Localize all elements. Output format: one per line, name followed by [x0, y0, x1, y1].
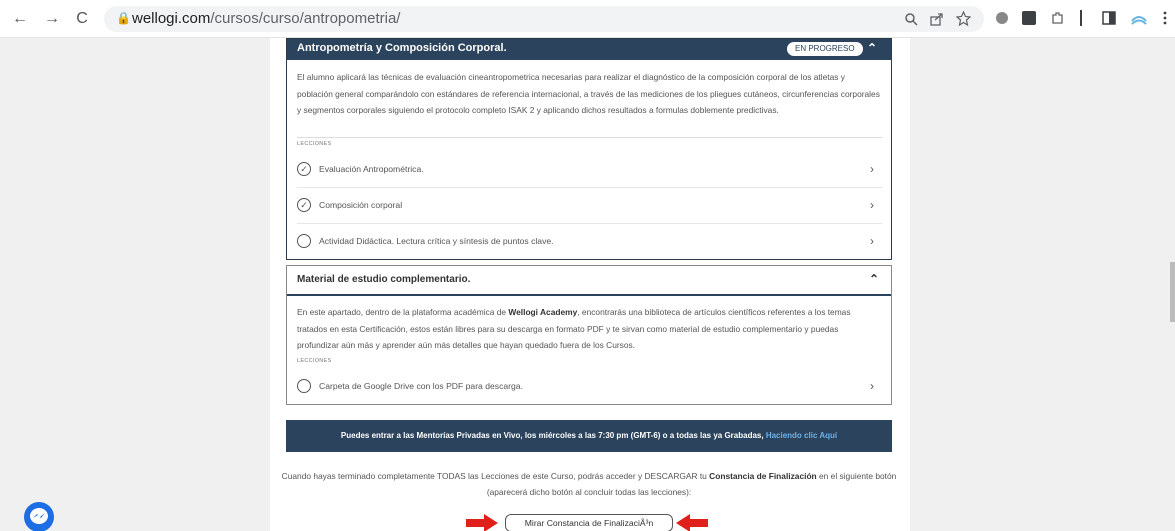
empty-circle-icon: [297, 379, 311, 393]
lessons-label: LECCIONES: [297, 141, 332, 147]
lesson-item[interactable]: Carpeta de Google Drive con los PDF para…: [297, 379, 882, 397]
note-pre: Cuando hayas terminado completamente TOD…: [281, 471, 710, 481]
url-host: wellogi.com: [132, 10, 211, 27]
lock-icon: 🔒: [116, 11, 131, 25]
share-icon[interactable]: [930, 12, 944, 26]
messenger-icon: [30, 508, 48, 524]
completion-note: Cuando hayas terminado completamente TOD…: [278, 468, 900, 500]
scrollbar-thumb[interactable]: [1170, 262, 1175, 322]
bookmark-star-icon[interactable]: [956, 11, 971, 26]
module-header[interactable]: Antropometría y Composición Corporal. EN…: [287, 39, 891, 60]
header-underline: [287, 294, 891, 296]
academy-name: Wellogi Academy: [508, 307, 578, 317]
check-circle-icon: ✓: [297, 198, 311, 212]
check-circle-icon: ✓: [297, 162, 311, 176]
status-badge: EN PROGRESO: [787, 42, 863, 56]
url-text: wellogi.com/cursos/curso/antropometria/: [132, 10, 400, 27]
chevron-right-icon: ›: [870, 379, 874, 393]
back-button[interactable]: ←: [10, 9, 30, 29]
toolbar-divider: [1080, 10, 1082, 26]
address-bar[interactable]: 🔒 wellogi.com/cursos/curso/antropometria…: [104, 6, 984, 32]
url-path: /cursos/curso/antropometria/: [210, 10, 401, 27]
browser-toolbar: ← → C 🔒 wellogi.com/cursos/curso/antropo…: [0, 0, 1175, 38]
course-module-card: Antropometría y Composición Corporal. EN…: [286, 38, 892, 260]
forward-button[interactable]: →: [42, 9, 62, 29]
module-description: El alumno aplicará las técnicas de evalu…: [297, 72, 880, 115]
reload-button[interactable]: C: [72, 9, 92, 29]
red-arrow-left-icon: [676, 514, 708, 531]
extension-icon[interactable]: [996, 12, 1008, 24]
lessons-label: LECCIONES: [297, 358, 332, 364]
material-description: En este apartado, dentro de la plataform…: [297, 304, 882, 354]
certificate-name: Constancia de Finalización: [709, 471, 817, 481]
lesson-title: Actividad Didáctica. Lectura crítica y s…: [319, 236, 554, 246]
red-arrow-right-icon: [466, 514, 498, 531]
lesson-item[interactable]: ✓ Evaluación Antropométrica. ›: [297, 162, 882, 180]
lesson-item[interactable]: Actividad Didáctica. Lectura crítica y s…: [297, 234, 882, 252]
chevron-right-icon: ›: [870, 162, 874, 176]
chevron-right-icon: ›: [870, 234, 874, 248]
divider: [297, 137, 882, 138]
material-title: Material de estudio complementario.: [297, 274, 471, 285]
mentoring-banner: Puedes entrar a las Mentorías Privadas e…: [286, 420, 892, 452]
view-certificate-button[interactable]: Mirar Constancia de FinalizaciÃ³n: [505, 514, 673, 531]
material-card: Material de estudio complementario. ⌃ En…: [286, 265, 892, 405]
module-title: Antropometría y Composición Corporal.: [297, 42, 507, 54]
profile-avatar-icon[interactable]: [1130, 9, 1148, 27]
side-panel-icon[interactable]: [1102, 11, 1116, 25]
divider: [297, 187, 882, 188]
recordings-link[interactable]: Haciendo clic Aquí: [766, 431, 837, 440]
lesson-item[interactable]: ✓ Composición corporal ›: [297, 198, 882, 216]
menu-kebab-icon[interactable]: [1162, 10, 1168, 26]
collapse-chevron-icon[interactable]: ⌃: [869, 272, 879, 286]
lesson-title: Evaluación Antropométrica.: [319, 164, 424, 174]
extensions-puzzle-icon[interactable]: [1050, 10, 1066, 26]
banner-text: Puedes entrar a las Mentorías Privadas e…: [340, 431, 766, 440]
divider: [297, 223, 882, 224]
lesson-title: Composición corporal: [319, 200, 403, 210]
chevron-right-icon: ›: [870, 198, 874, 212]
collapse-chevron-icon[interactable]: ⌃: [867, 41, 877, 55]
messenger-chat-button[interactable]: [24, 502, 54, 531]
material-desc-pre: En este apartado, dentro de la plataform…: [297, 307, 509, 317]
course-page: Antropometría y Composición Corporal. EN…: [270, 38, 910, 531]
extension-f-icon[interactable]: [1022, 11, 1036, 25]
lesson-title: Carpeta de Google Drive con los PDF para…: [319, 381, 523, 391]
empty-circle-icon: [297, 234, 311, 248]
zoom-icon[interactable]: [904, 12, 918, 26]
